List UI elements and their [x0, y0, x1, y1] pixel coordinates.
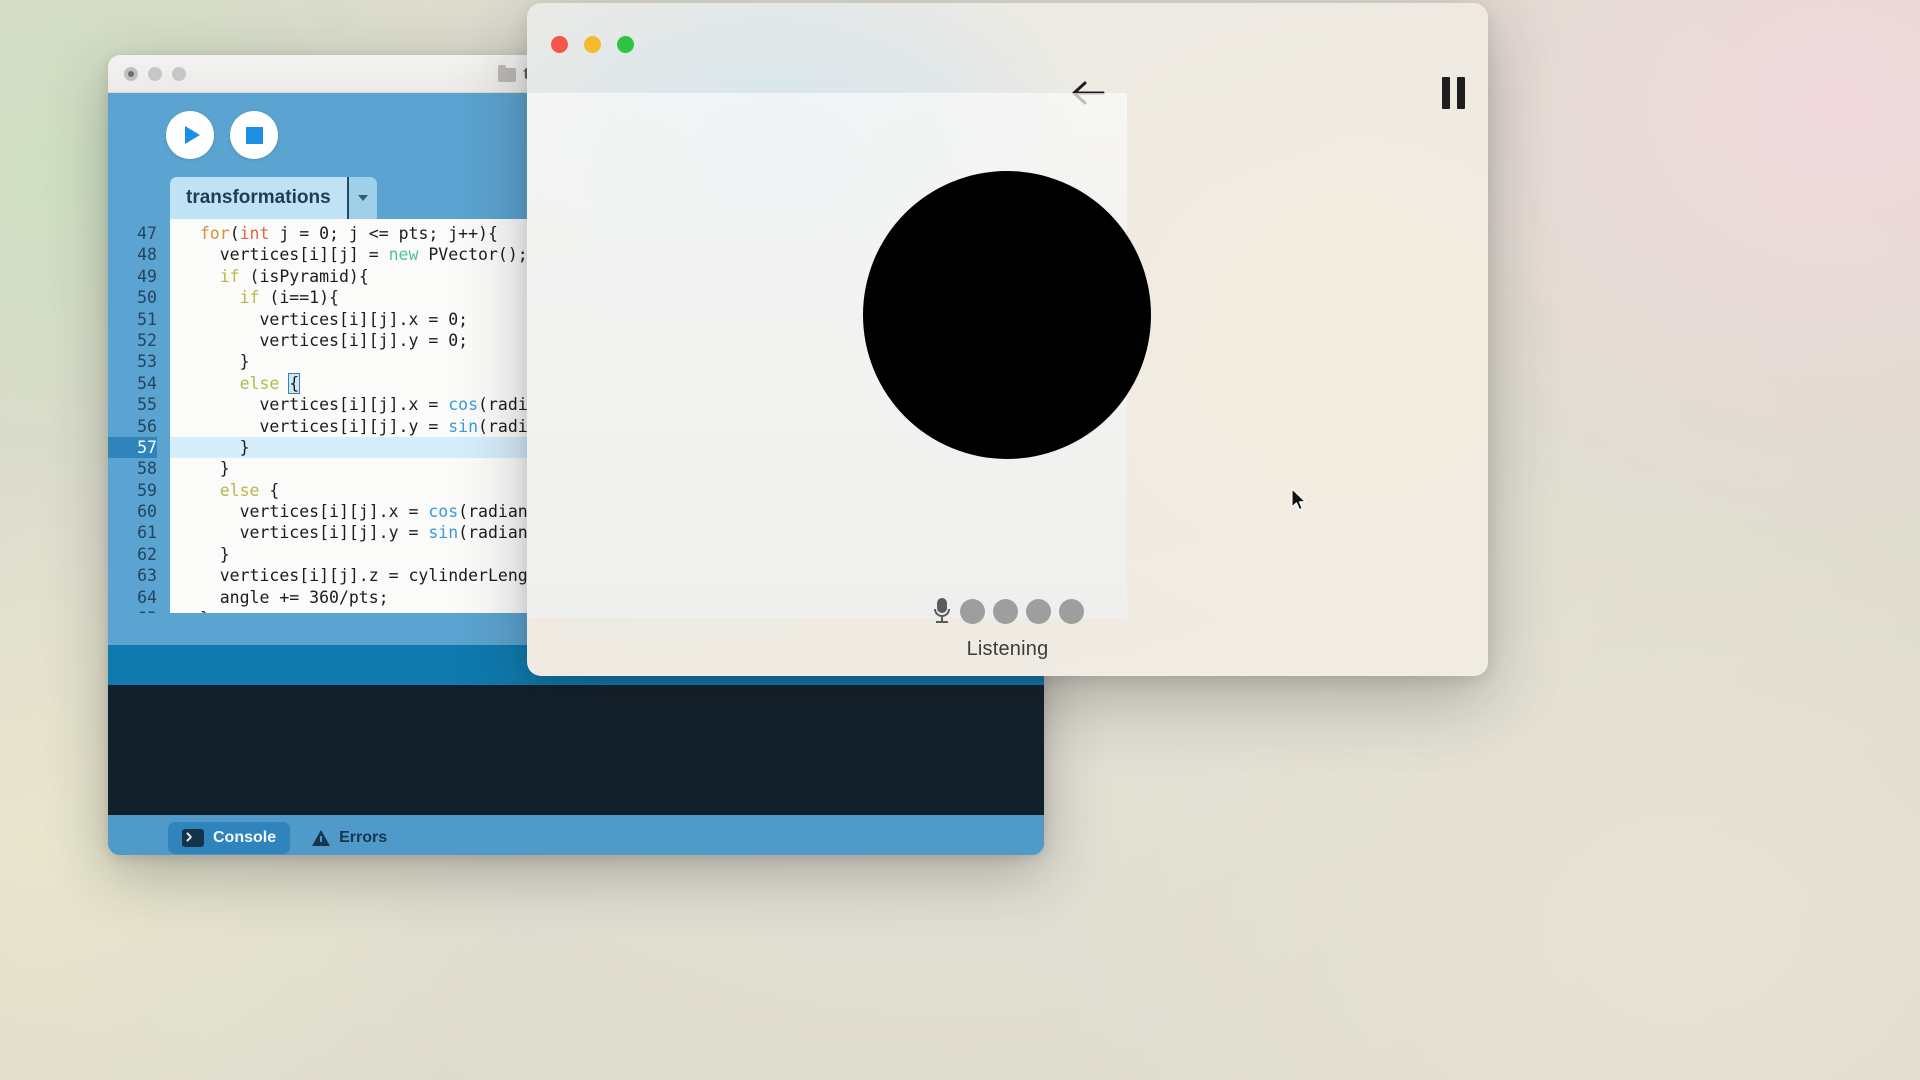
line-number: 57 — [108, 437, 157, 458]
line-number: 58 — [108, 458, 157, 479]
assistant-close-button[interactable] — [551, 36, 568, 53]
play-icon — [185, 126, 200, 144]
line-number: 62 — [108, 544, 157, 565]
assistant-window-controls[interactable] — [551, 36, 634, 53]
line-number: 53 — [108, 351, 157, 372]
stop-icon — [246, 127, 263, 144]
line-number: 54 — [108, 373, 157, 394]
voice-assistant-window[interactable]: Listening — [527, 3, 1488, 676]
folder-icon — [498, 68, 516, 82]
line-number-gutter: 47484950515253545556575859606162636465 — [108, 219, 170, 613]
assistant-maximize-button[interactable] — [617, 36, 634, 53]
line-number: 56 — [108, 416, 157, 437]
chevron-down-icon — [358, 195, 368, 201]
errors-tab-label: Errors — [339, 829, 387, 847]
assistant-minimize-button[interactable] — [584, 36, 601, 53]
errors-tab[interactable]: Errors — [298, 822, 401, 854]
stop-button[interactable] — [230, 111, 278, 159]
terminal-icon — [182, 829, 204, 847]
microphone-icon — [932, 598, 952, 624]
line-number: 50 — [108, 287, 157, 308]
console-tab[interactable]: Console — [168, 822, 290, 854]
pause-icon-bar-left — [1442, 77, 1450, 109]
listening-status: Listening — [527, 598, 1488, 661]
pause-button[interactable] — [1442, 77, 1470, 109]
pause-icon-bar-right — [1457, 77, 1465, 109]
sketch-preview-canvas[interactable] — [527, 93, 1127, 618]
line-number: 51 — [108, 309, 157, 330]
console-tab-label: Console — [213, 829, 276, 847]
line-number: 47 — [108, 223, 157, 244]
line-number: 49 — [108, 266, 157, 287]
line-number: 52 — [108, 330, 157, 351]
line-number: 64 — [108, 587, 157, 608]
line-number: 48 — [108, 244, 157, 265]
line-number: 65 — [108, 608, 157, 613]
line-number: 60 — [108, 501, 157, 522]
ide-bottom-tab-bar: Console Errors — [108, 815, 1044, 855]
voice-level-dot — [1059, 599, 1084, 624]
sketch-tab-transformations[interactable]: transformations — [170, 177, 347, 219]
run-button[interactable] — [166, 111, 214, 159]
line-number: 63 — [108, 565, 157, 586]
voice-level-dot — [960, 599, 985, 624]
ide-console-output[interactable] — [108, 685, 1044, 815]
listening-label: Listening — [967, 638, 1049, 661]
sketch-tab-label: transformations — [186, 187, 331, 209]
tab-menu-button[interactable] — [347, 177, 377, 219]
voice-level-dot — [993, 599, 1018, 624]
voice-level-dot — [1026, 599, 1051, 624]
line-number: 55 — [108, 394, 157, 415]
warning-triangle-icon — [312, 830, 330, 846]
line-number: 59 — [108, 480, 157, 501]
voice-level-row — [932, 598, 1084, 624]
line-number: 61 — [108, 522, 157, 543]
sketch-circle-shape — [863, 171, 1151, 459]
